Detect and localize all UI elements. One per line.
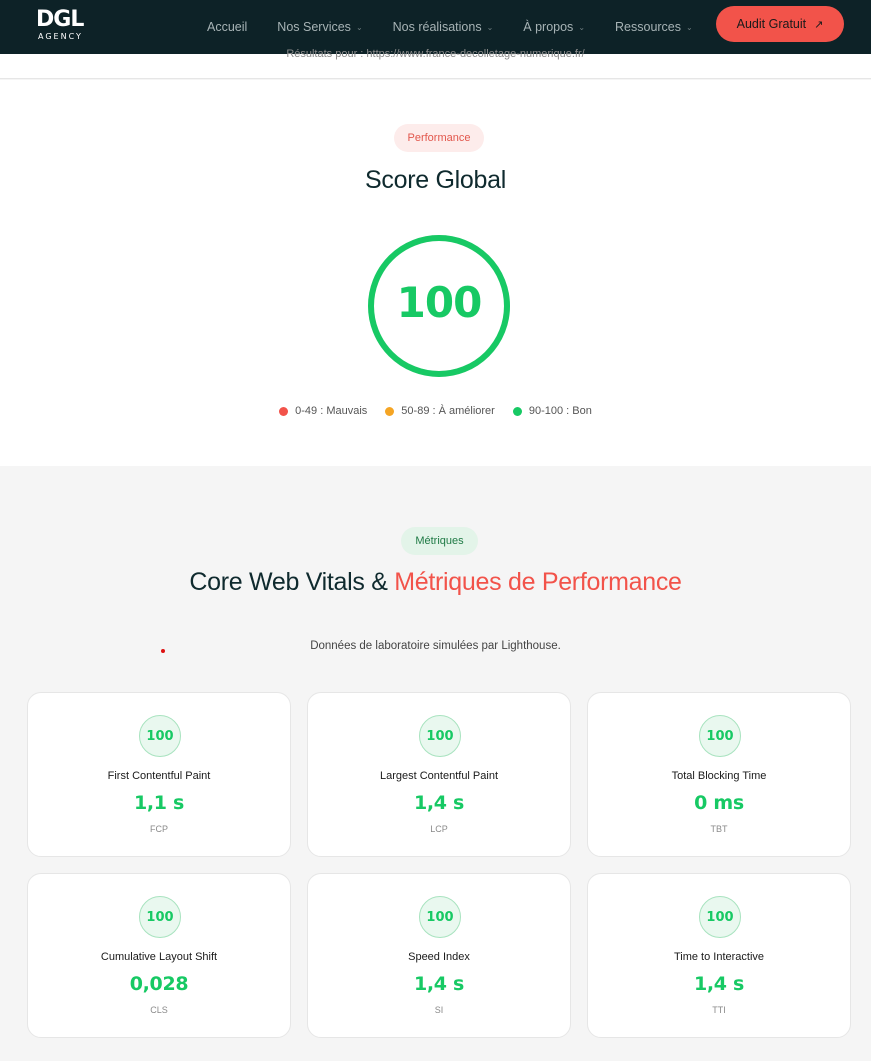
nav-link-services[interactable]: Nos Services ⌄ <box>277 20 362 34</box>
chevron-down-icon: ⌄ <box>355 22 363 32</box>
legend-item-good: 90-100 : Bon <box>512 405 592 417</box>
nav-link-label: Nos Services <box>277 20 351 34</box>
metric-value: 1,1 s <box>133 792 185 814</box>
nav-link-label: Ressources <box>615 20 682 34</box>
score-section: Performance Score Global 100 0-49 : Mauv… <box>0 80 871 466</box>
chevron-down-icon: ⌄ <box>578 22 586 32</box>
metric-card-si: 100 Speed Index 1,4 s SI <box>307 873 571 1038</box>
legend-dot <box>279 406 289 416</box>
metric-abbr: TTI <box>712 1005 726 1015</box>
metric-abbr: SI <box>434 1005 444 1015</box>
metric-card-tbt: 100 Total Blocking Time 0 ms TBT <box>587 692 851 857</box>
metric-card-fcp: 100 First Contentful Paint 1,1 s FCP <box>27 692 291 857</box>
metric-title: Speed Index <box>408 951 470 963</box>
nav-link-accueil[interactable]: Accueil <box>207 20 247 34</box>
nav-link-label: À propos <box>523 20 574 34</box>
metric-score-badge: 100 <box>699 896 741 938</box>
nav-link-a-propos[interactable]: À propos ⌄ <box>523 20 585 34</box>
metric-abbr: CLS <box>150 1005 168 1015</box>
decorative-dot <box>161 649 165 653</box>
metric-value: 0,028 <box>129 973 189 995</box>
metric-title: Time to Interactive <box>673 951 765 963</box>
metric-abbr: TBT <box>710 824 728 834</box>
legend-label: 50-89 : À améliorer <box>401 405 495 417</box>
logo-subtitle: AGENCY <box>38 32 83 41</box>
score-value: 100 <box>396 278 483 327</box>
nav-link-ressources[interactable]: Ressources ⌄ <box>615 20 693 34</box>
legend-item-bad: 0-49 : Mauvais <box>279 405 367 417</box>
legend-label: 0-49 : Mauvais <box>295 405 368 417</box>
metric-value: 1,4 s <box>413 792 465 814</box>
metric-abbr: LCP <box>430 824 448 834</box>
metric-title: First Contentful Paint <box>107 770 211 782</box>
metriques-badge: Métriques <box>401 527 478 555</box>
chevron-down-icon: ⌄ <box>686 22 693 32</box>
metric-score-badge: 100 <box>699 715 741 757</box>
metrics-title-part2: Métriques de Performance <box>394 568 682 596</box>
metric-value: 0 ms <box>694 792 744 814</box>
legend-item-average: 50-89 : À améliorer <box>385 405 495 417</box>
metric-abbr: FCP <box>150 824 168 834</box>
metric-title: Cumulative Layout Shift <box>100 951 218 963</box>
score-legend: 0-49 : Mauvais 50-89 : À améliorer 90-10… <box>0 405 871 417</box>
agency-logo[interactable]: DGL AGENCY <box>36 9 96 45</box>
metric-score-badge: 100 <box>419 896 461 938</box>
metrics-subtitle: Données de laboratoire simulées par Ligh… <box>310 640 561 652</box>
metric-value: 1,4 s <box>413 973 465 995</box>
nav-link-realisations[interactable]: Nos réalisations ⌄ <box>393 20 494 34</box>
metric-card-cls: 100 Cumulative Layout Shift 0,028 CLS <box>27 873 291 1038</box>
chevron-down-icon: ⌄ <box>486 22 494 32</box>
legend-label: 90-100 : Bon <box>528 405 592 417</box>
arrow-up-right-icon: ↗ <box>814 18 824 31</box>
metrics-title-part1: Core Web Vitals & <box>189 568 395 596</box>
metric-title: Total Blocking Time <box>671 770 767 782</box>
metrics-title: Core Web Vitals & Métriques de Performan… <box>0 567 871 598</box>
metric-card-tti: 100 Time to Interactive 1,4 s TTI <box>587 873 851 1038</box>
logo-wordmark: DGL <box>36 7 84 32</box>
nav-link-label: Accueil <box>207 20 248 34</box>
nav-link-label: Nos réalisations <box>392 20 482 34</box>
cta-label: Audit Gratuit <box>736 17 807 31</box>
metric-score-badge: 100 <box>139 896 181 938</box>
legend-dot <box>385 406 395 416</box>
results-bar: Résultats pour : https://www.france-deco… <box>0 48 871 79</box>
legend-dot <box>512 406 522 416</box>
metric-title: Largest Contentful Paint <box>379 770 499 782</box>
results-url-text: Résultats pour : https://www.france-deco… <box>286 48 585 60</box>
performance-badge: Performance <box>394 124 484 152</box>
metric-value: 1,4 s <box>693 973 745 995</box>
audit-gratuit-button[interactable]: Audit Gratuit ↗ <box>716 6 844 42</box>
metric-score-badge: 100 <box>419 715 461 757</box>
nav-links: Accueil Nos Services ⌄ Nos réalisations ⌄ … <box>207 0 723 54</box>
metric-card-lcp: 100 Largest Contentful Paint 1,4 s LCP <box>307 692 571 857</box>
score-title: Score Global <box>365 166 506 194</box>
metric-score-badge: 100 <box>139 715 181 757</box>
top-navbar: DGL AGENCY Accueil Nos Services ⌄ Nos réa… <box>0 0 871 54</box>
